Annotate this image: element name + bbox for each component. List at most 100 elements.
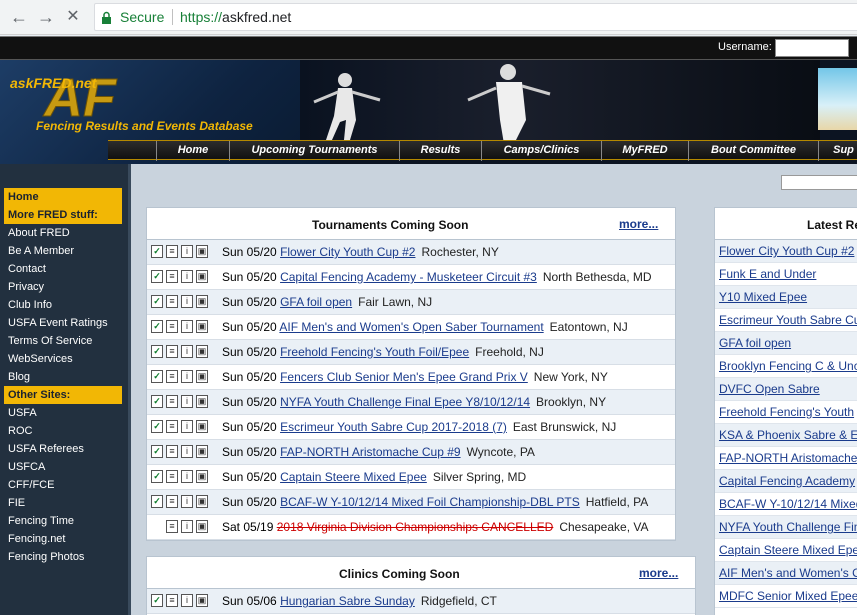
username-input[interactable]	[775, 39, 849, 57]
nav-results[interactable]: Results	[399, 141, 481, 161]
list-icon[interactable]: ≡	[166, 395, 178, 408]
checkbox-icon[interactable]: ✓	[151, 245, 163, 258]
event-name-link[interactable]: AIF Men's and Women's Open Saber Tournam…	[279, 320, 543, 334]
latest-result-link[interactable]: Brooklyn Fencing C & Unc	[715, 355, 857, 378]
calendar-icon[interactable]: ▣	[196, 295, 208, 308]
info-icon[interactable]: i	[181, 370, 193, 383]
sidebar-item[interactable]: About FRED	[4, 224, 122, 242]
sidebar-item[interactable]: Be A Member	[4, 242, 122, 260]
latest-result-link[interactable]: Flower City Youth Cup #2	[715, 240, 857, 263]
info-icon[interactable]: i	[181, 495, 193, 508]
latest-result-link[interactable]: Escrimeur Youth Sabre Cu	[715, 309, 857, 332]
event-name-link[interactable]: 2018 Virginia Division Championships CAN…	[277, 520, 554, 534]
checkbox-icon[interactable]: ✓	[151, 495, 163, 508]
checkbox-icon[interactable]: ✓	[151, 420, 163, 433]
info-icon[interactable]: i	[181, 395, 193, 408]
clinics-more-link[interactable]: more...	[639, 566, 678, 580]
sidebar-item[interactable]: Fencing Photos	[4, 548, 122, 566]
event-name-link[interactable]: Escrimeur Youth Sabre Cup 2017-2018 (7)	[280, 420, 507, 434]
sidebar-item[interactable]: Club Info	[4, 296, 122, 314]
info-icon[interactable]: i	[181, 270, 193, 283]
checkbox-icon[interactable]: ✓	[151, 345, 163, 358]
event-name-link[interactable]: FAP-NORTH Aristomache Cup #9	[280, 445, 461, 459]
list-icon[interactable]: ≡	[166, 295, 178, 308]
search-input[interactable]	[781, 175, 857, 190]
sidebar-item[interactable]: USFCA	[4, 458, 122, 476]
info-icon[interactable]: i	[181, 520, 193, 533]
list-icon[interactable]: ≡	[166, 245, 178, 258]
calendar-icon[interactable]: ▣	[196, 445, 208, 458]
latest-result-link[interactable]: KSA & Phoenix Sabre & E	[715, 424, 857, 447]
sidebar-item[interactable]: Home	[4, 188, 122, 206]
list-icon[interactable]: ≡	[166, 345, 178, 358]
checkbox-icon[interactable]: ✓	[151, 445, 163, 458]
checkbox-icon[interactable]: ✓	[151, 295, 163, 308]
nav-home[interactable]: Home	[156, 141, 229, 161]
list-icon[interactable]: ≡	[166, 420, 178, 433]
calendar-icon[interactable]: ▣	[196, 520, 208, 533]
latest-result-link[interactable]: Funk E and Under	[715, 263, 857, 286]
info-icon[interactable]: i	[181, 245, 193, 258]
calendar-icon[interactable]: ▣	[196, 495, 208, 508]
nav-bout-committee[interactable]: Bout Committee	[688, 141, 818, 161]
calendar-icon[interactable]: ▣	[196, 420, 208, 433]
sidebar-item[interactable]: Fencing Time	[4, 512, 122, 530]
nav-camps-clinics[interactable]: Camps/Clinics	[481, 141, 601, 161]
latest-result-link[interactable]: BCAF-W Y-10/12/14 Mixed	[715, 493, 857, 516]
event-name-link[interactable]: NYFA Youth Challenge Final Epee Y8/10/12…	[280, 395, 530, 409]
back-arrow-icon[interactable]: ←	[8, 6, 30, 28]
latest-result-link[interactable]: NYFA Youth Challenge Fin	[715, 516, 857, 539]
sidebar-item[interactable]: Fencing.net	[4, 530, 122, 548]
checkbox-icon[interactable]: ✓	[151, 470, 163, 483]
list-icon[interactable]: ≡	[166, 445, 178, 458]
checkbox-icon[interactable]: ✓	[151, 370, 163, 383]
calendar-icon[interactable]: ▣	[196, 345, 208, 358]
forward-arrow-icon[interactable]: →	[35, 6, 57, 28]
calendar-icon[interactable]: ▣	[196, 370, 208, 383]
list-icon[interactable]: ≡	[166, 520, 178, 533]
calendar-icon[interactable]: ▣	[196, 320, 208, 333]
sidebar-item[interactable]: CFF/FCE	[4, 476, 122, 494]
list-icon[interactable]: ≡	[166, 470, 178, 483]
sidebar-item[interactable]: FIE	[4, 494, 122, 512]
latest-result-link[interactable]: DVFC Open Sabre	[715, 378, 857, 401]
tournaments-more-link[interactable]: more...	[619, 217, 658, 231]
latest-result-link[interactable]: AIF Men's and Women's O	[715, 562, 857, 585]
latest-result-link[interactable]: GFA foil open	[715, 332, 857, 355]
latest-result-link[interactable]: Capital Fencing Academy	[715, 470, 857, 493]
calendar-icon[interactable]: ▣	[196, 270, 208, 283]
event-name-link[interactable]: Capital Fencing Academy - Musketeer Circ…	[280, 270, 537, 284]
stop-icon[interactable]: ✕	[62, 6, 84, 28]
checkbox-icon[interactable]: ✓	[151, 594, 163, 607]
nav-myfred[interactable]: MyFRED	[601, 141, 688, 161]
info-icon[interactable]: i	[181, 345, 193, 358]
sidebar-item[interactable]: Terms Of Service	[4, 332, 122, 350]
info-icon[interactable]: i	[181, 320, 193, 333]
sidebar-item[interactable]: USFA	[4, 404, 122, 422]
info-icon[interactable]: i	[181, 470, 193, 483]
calendar-icon[interactable]: ▣	[196, 395, 208, 408]
list-icon[interactable]: ≡	[166, 594, 178, 607]
nav-upcoming-tournaments[interactable]: Upcoming Tournaments	[229, 141, 399, 161]
event-name-link[interactable]: Fencers Club Senior Men's Epee Grand Pri…	[280, 370, 528, 384]
sidebar-item[interactable]: USFA Referees	[4, 440, 122, 458]
nav-support[interactable]: Sup	[818, 141, 857, 161]
event-name-link[interactable]: Captain Steere Mixed Epee	[280, 470, 427, 484]
calendar-icon[interactable]: ▣	[196, 470, 208, 483]
info-icon[interactable]: i	[181, 445, 193, 458]
checkbox-icon[interactable]: ✓	[151, 320, 163, 333]
info-icon[interactable]: i	[181, 594, 193, 607]
sidebar-item[interactable]: Privacy	[4, 278, 122, 296]
sidebar-item[interactable]: ROC	[4, 422, 122, 440]
address-bar[interactable]: Secure https://askfred.net	[94, 3, 857, 31]
banner-ad-image[interactable]	[818, 68, 857, 130]
list-icon[interactable]: ≡	[166, 495, 178, 508]
sidebar-item[interactable]: WebServices	[4, 350, 122, 368]
info-icon[interactable]: i	[181, 295, 193, 308]
sidebar-item[interactable]: USFA Event Ratings	[4, 314, 122, 332]
latest-result-link[interactable]: Freehold Fencing's Youth	[715, 401, 857, 424]
calendar-icon[interactable]: ▣	[196, 245, 208, 258]
sidebar-item[interactable]: Blog	[4, 368, 122, 386]
info-icon[interactable]: i	[181, 420, 193, 433]
sidebar-item[interactable]: Contact	[4, 260, 122, 278]
